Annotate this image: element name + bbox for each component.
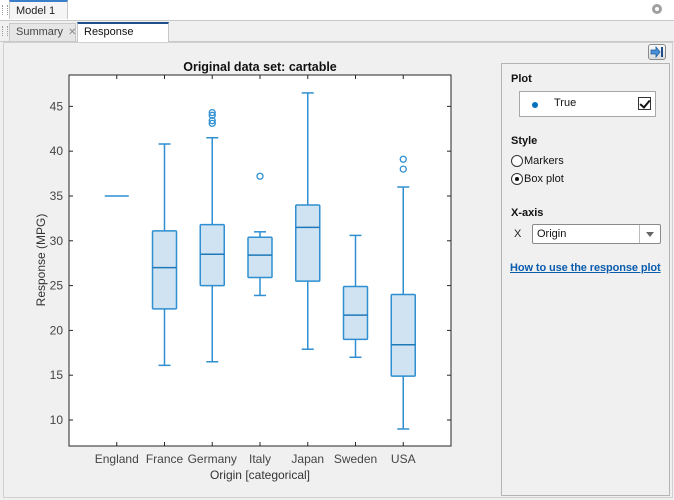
y-tick-label: 20 [50, 323, 64, 337]
box-iqr [295, 204, 321, 282]
collapse-panel-button[interactable] [648, 44, 666, 60]
series-color-marker-icon [532, 102, 538, 108]
series-list: True [519, 91, 656, 117]
document-tab-model[interactable]: Model 1 [9, 0, 68, 19]
help-link[interactable]: How to use the response plot [510, 262, 661, 274]
x-field-label: X [514, 228, 522, 240]
settings-gear-icon[interactable] [652, 4, 662, 14]
plot-section-title: Plot [511, 73, 532, 85]
x-tick-label: Japan [291, 452, 324, 466]
radio-box-plot[interactable] [511, 173, 523, 186]
x-tick-label: England [95, 452, 139, 466]
y-tick-label: 10 [50, 413, 64, 427]
box-iqr [390, 293, 416, 377]
x-tick-label: France [146, 452, 184, 466]
chevron-down-icon[interactable] [639, 225, 660, 243]
tab-response-plot[interactable]: Response Plot✕ [77, 22, 169, 55]
style-option-markers[interactable]: Markers [511, 155, 564, 168]
plot-options-panel: Plot True Style Markers Box plot X-axis … [501, 63, 670, 496]
style-section-title: Style [511, 135, 538, 147]
y-tick-label: 25 [50, 279, 64, 293]
x-tick-label: Italy [249, 452, 271, 466]
markers-label: Markers [524, 155, 564, 167]
y-tick-label: 35 [50, 189, 64, 203]
drag-grip-icon[interactable] [2, 26, 8, 36]
x-tick-label: Germany [188, 452, 237, 466]
radio-markers[interactable] [511, 155, 523, 168]
tab-summary[interactable]: Summary ✕ [9, 23, 76, 41]
series-label: True [554, 97, 577, 109]
y-tick-label: 15 [50, 368, 64, 382]
style-option-box-plot[interactable]: Box plot [511, 173, 564, 186]
box-iqr [199, 223, 225, 287]
xaxis-section-title: X-axis [511, 207, 544, 219]
close-icon[interactable]: ✕ [68, 27, 76, 38]
box-iqr [151, 230, 178, 310]
series-visible-checkbox[interactable] [638, 97, 651, 110]
x-variable-value: Origin [537, 228, 567, 240]
y-axis-label: Response (MPG) [34, 214, 48, 307]
document-tab-strip: Model 1 [0, 0, 674, 21]
response-boxplot-chart: Original data set: cartable 10 15 20 25 30 35… [34, 60, 452, 482]
y-tick-label: 30 [50, 234, 64, 248]
arrow-right-icon [650, 46, 663, 58]
x-tick-label: USA [391, 452, 416, 466]
box-plot-label: Box plot [524, 173, 564, 185]
drag-grip-icon[interactable] [2, 5, 8, 15]
box-iqr [342, 285, 369, 341]
x-axis-label: Origin [categorical] [210, 468, 310, 482]
tab-summary-label: Summary [16, 26, 64, 38]
tab-strip: Summary ✕ Response Plot✕ [0, 21, 674, 55]
x-tick-label: Sweden [334, 452, 377, 466]
chart-title: Original data set: cartable [183, 60, 337, 74]
box-iqr [247, 236, 273, 279]
y-tick-label: 45 [50, 99, 64, 113]
x-variable-select[interactable]: Origin [532, 224, 661, 244]
y-tick-label: 40 [50, 144, 64, 158]
